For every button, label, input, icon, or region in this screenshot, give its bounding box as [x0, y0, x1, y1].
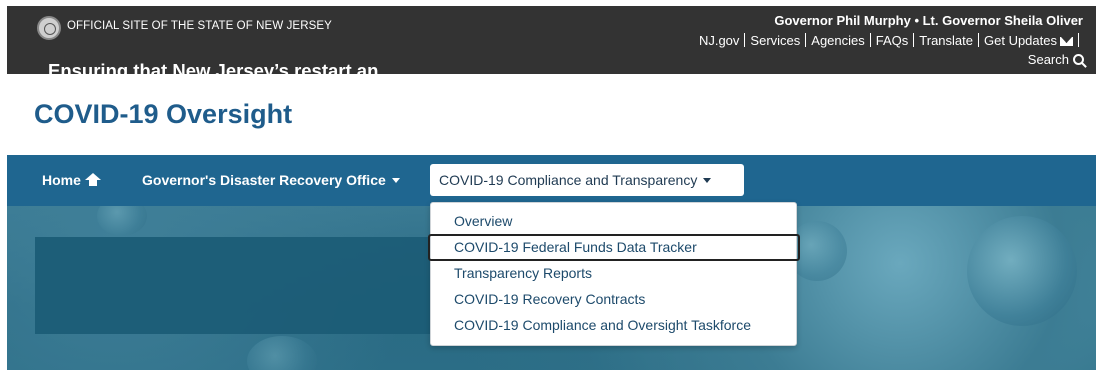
get-updates-link[interactable]: Get Updates: [984, 33, 1073, 48]
compliance-dropdown-menu: Overview COVID-19 Federal Funds Data Tra…: [428, 202, 800, 346]
search-link[interactable]: Search: [1028, 52, 1084, 67]
translate-link[interactable]: Translate: [919, 33, 973, 48]
nav-home[interactable]: Home: [42, 155, 101, 206]
search-label: Search: [1027, 52, 1069, 67]
menu-item-transparency-reports[interactable]: Transparency Reports: [454, 265, 592, 281]
home-icon: [84, 173, 101, 186]
menu-item-overview[interactable]: Overview: [454, 213, 512, 229]
divider: [978, 33, 979, 47]
nav-compliance-label: COVID-19 Compliance and Transparency: [439, 172, 698, 188]
utility-links: NJ.gov Services Agencies FAQs Translate Get U…: [699, 33, 1084, 48]
official-site-text: OFFICIAL SITE OF THE STATE OF NEW JERSEY: [67, 20, 332, 32]
services-link[interactable]: Services: [750, 33, 800, 48]
hero-text-box: [35, 237, 475, 334]
hero-tagline: Ensuring that New Jersey’s restart an an…: [48, 59, 378, 107]
divider: [744, 33, 746, 47]
nav-compliance-transparency[interactable]: COVID-19 Compliance and Transparency: [430, 164, 744, 196]
menu-item-federal-funds-tracker[interactable]: COVID-19 Federal Funds Data Tracker: [454, 239, 697, 255]
nav-home-label: Home: [42, 172, 81, 188]
chevron-down-icon: [391, 178, 400, 183]
virus-decoration: [967, 216, 1077, 326]
faqs-link[interactable]: FAQs: [876, 33, 909, 48]
hero-line-1: Ensuring that New Jersey’s restart an: [48, 60, 379, 81]
divider: [913, 33, 915, 47]
virus-decoration: [247, 336, 317, 370]
nj-state-seal-icon: [37, 16, 61, 40]
divider: [805, 33, 807, 47]
search-row: Search: [1028, 52, 1084, 67]
hero-line-2: and that federal COVID-19 resources: [48, 84, 370, 105]
divider: [869, 33, 871, 47]
virus-decoration: [97, 206, 147, 236]
nj-gov-link[interactable]: NJ.gov: [699, 33, 739, 48]
menu-item-recovery-contracts[interactable]: COVID-19 Recovery Contracts: [454, 291, 645, 307]
nav-disaster-recovery-label: Governor's Disaster Recovery Office: [142, 172, 386, 188]
nav-disaster-recovery-office[interactable]: Governor's Disaster Recovery Office: [142, 155, 400, 206]
divider: [1078, 33, 1079, 47]
governor-line: Governor Phil Murphy • Lt. Governor Shei…: [774, 13, 1083, 28]
envelope-icon: [1060, 37, 1073, 46]
chevron-down-icon: [703, 178, 712, 183]
get-updates-label: Get Updates: [984, 33, 1057, 48]
main-navbar: Home Governor's Disaster Recovery Office…: [7, 155, 1096, 206]
agencies-link[interactable]: Agencies: [811, 33, 864, 48]
menu-item-oversight-taskforce[interactable]: COVID-19 Compliance and Oversight Taskfo…: [454, 317, 751, 333]
search-icon: [1073, 54, 1084, 65]
